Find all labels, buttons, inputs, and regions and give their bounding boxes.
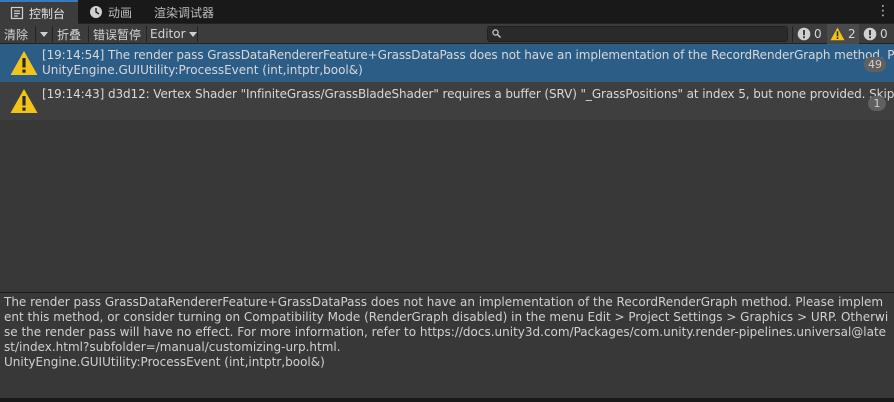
tab-render-debugger-label: 渲染调试器 — [154, 5, 215, 20]
log-entry[interactable]: [19:14:54] The render pass GrassDataRend… — [0, 44, 894, 82]
tab-console[interactable]: 控制台 — [0, 0, 78, 24]
log-count-badge: 49 — [864, 57, 886, 72]
clear-button[interactable]: 清除 — [4, 24, 28, 44]
warning-icon — [10, 89, 38, 113]
log-detail-panel: The render pass GrassDataRendererFeature… — [0, 293, 894, 398]
warning-count-toggle[interactable]: 2 — [827, 24, 859, 44]
tab-animation-label: 动画 — [108, 5, 133, 20]
log-count-badge: 1 — [868, 96, 886, 111]
warning-icon — [10, 51, 38, 75]
warning-count: 2 — [848, 27, 856, 41]
warning-icon — [830, 27, 845, 41]
animation-icon — [89, 5, 103, 19]
info-count-toggle[interactable]: 0 — [860, 24, 892, 44]
chevron-down-icon — [188, 31, 197, 37]
error-count-toggle[interactable]: 0 — [794, 24, 826, 44]
clear-options-dropdown[interactable] — [38, 24, 50, 44]
log-message: [19:14:43] d3d12: Vertex Shader "Infinit… — [42, 87, 894, 101]
detail-message: The render pass GrassDataRendererFeature… — [4, 295, 889, 354]
log-list[interactable]: [19:14:54] The render pass GrassDataRend… — [0, 44, 894, 292]
info-count: 0 — [880, 27, 888, 41]
search-input[interactable] — [487, 26, 788, 42]
search-icon — [492, 29, 501, 38]
tab-animation[interactable]: 动画 — [86, 0, 146, 24]
tab-console-label: 控制台 — [29, 6, 66, 21]
editor-dropdown[interactable]: Editor — [150, 24, 197, 44]
info-icon — [863, 27, 877, 41]
log-stack-line: UnityEngine.GUIUtility:ProcessEvent (int… — [42, 63, 363, 77]
detail-stack-trace: UnityEngine.GUIUtility:ProcessEvent (int… — [4, 355, 325, 369]
error-pause-button[interactable]: 错误暂停 — [93, 24, 141, 44]
chevron-down-icon — [40, 31, 48, 37]
editor-dropdown-label: Editor — [150, 27, 186, 41]
console-toolbar: 清除 折叠 错误暂停 Editor 0 2 0 — [0, 24, 894, 44]
error-icon — [797, 27, 811, 41]
collapse-button[interactable]: 折叠 — [57, 24, 81, 44]
more-options-icon[interactable]: ⋮ — [876, 4, 890, 20]
log-message: [19:14:54] The render pass GrassDataRend… — [42, 48, 894, 62]
error-count: 0 — [814, 27, 822, 41]
tab-render-debugger[interactable]: 渲染调试器 — [152, 0, 232, 24]
log-entry[interactable]: [19:14:43] d3d12: Vertex Shader "Infinit… — [0, 82, 894, 120]
console-icon — [10, 6, 24, 20]
tab-bar: 控制台 动画 渲染调试器 ⋮ — [0, 0, 894, 24]
